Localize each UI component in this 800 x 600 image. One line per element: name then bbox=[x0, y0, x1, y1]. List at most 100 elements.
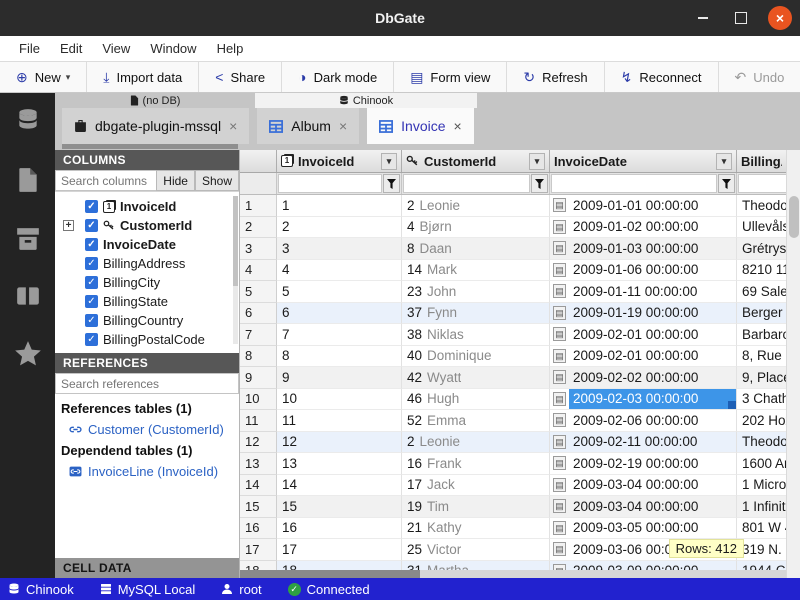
cell-invoiceid[interactable]: 15 bbox=[277, 496, 402, 518]
cell-customerid[interactable]: 19Tim bbox=[402, 496, 550, 518]
column-item-billingaddress[interactable]: ✓BillingAddress bbox=[55, 254, 239, 273]
date-editor-icon[interactable]: ▤ bbox=[553, 263, 566, 277]
statusbar-chinook[interactable]: Chinook bbox=[8, 582, 74, 597]
cell-billingaddress[interactable]: 202 Hox bbox=[737, 410, 786, 432]
row-number-cell[interactable]: 6 bbox=[240, 303, 277, 325]
row-number-cell[interactable]: 8 bbox=[240, 346, 277, 368]
vertical-scrollbar-thumb[interactable] bbox=[789, 196, 799, 238]
table-row[interactable]: 151519Tim▤2009-03-04 00:00:001 Infinit bbox=[240, 496, 786, 518]
cell-customerid[interactable]: 2Leonie bbox=[402, 432, 550, 454]
cell-billingaddress[interactable]: Theodor- bbox=[737, 195, 786, 217]
columns-scrollbar[interactable] bbox=[233, 196, 238, 344]
table-row[interactable]: 112Leonie▤2009-01-01 00:00:00Theodor- bbox=[240, 195, 786, 217]
tab-invoice[interactable]: Invoice × bbox=[367, 108, 474, 144]
cell-invoicedate[interactable]: ▤2009-03-05 00:00:00 bbox=[550, 518, 737, 540]
column-header-invoicedate[interactable]: InvoiceDate ▾ bbox=[550, 150, 737, 172]
cell-invoicedate[interactable]: ▤2009-01-01 00:00:00 bbox=[550, 195, 737, 217]
row-number-cell[interactable]: 3 bbox=[240, 238, 277, 260]
cell-invoicedate[interactable]: ▤2009-01-03 00:00:00 bbox=[550, 238, 737, 260]
chevron-down-icon[interactable]: ▾ bbox=[381, 153, 397, 170]
column-item-invoiceid[interactable]: ✓1InvoiceId bbox=[55, 197, 239, 216]
expand-icon[interactable]: + bbox=[63, 220, 74, 231]
cell-invoicedate[interactable]: ▤2009-02-19 00:00:00 bbox=[550, 453, 737, 475]
cell-invoiceid[interactable]: 6 bbox=[277, 303, 402, 325]
date-editor-icon[interactable]: ▤ bbox=[553, 456, 566, 470]
refresh-button[interactable]: ↻Refresh bbox=[507, 62, 604, 92]
reconnect-button[interactable]: ↯Reconnect bbox=[605, 62, 719, 92]
file-icon[interactable] bbox=[16, 167, 40, 193]
close-icon[interactable]: × bbox=[454, 118, 462, 134]
tab-group-nodb[interactable]: (no DB) bbox=[55, 93, 255, 108]
column-item-customerid[interactable]: +✓CustomerId bbox=[55, 216, 239, 235]
statusbar-root[interactable]: root bbox=[221, 582, 261, 597]
cell-invoicedate[interactable]: ▤2009-02-01 00:00:00 bbox=[550, 346, 737, 368]
cell-invoiceid[interactable]: 5 bbox=[277, 281, 402, 303]
database-icon[interactable] bbox=[15, 107, 41, 133]
cell-customerid[interactable]: 21Kathy bbox=[402, 518, 550, 540]
filter-funnel-icon[interactable] bbox=[383, 174, 400, 193]
cell-invoicedate[interactable]: ▤2009-02-02 00:00:00 bbox=[550, 367, 737, 389]
selection-fill-handle[interactable] bbox=[728, 401, 736, 409]
cell-invoiceid[interactable]: 1 bbox=[277, 195, 402, 217]
cell-invoicedate[interactable]: ▤2009-02-01 00:00:00 bbox=[550, 324, 737, 346]
table-row[interactable]: 4414Mark▤2009-01-06 00:00:008210 11 bbox=[240, 260, 786, 282]
statusbar-connected[interactable]: ✓Connected bbox=[288, 582, 370, 597]
table-row[interactable]: 12122Leonie▤2009-02-11 00:00:00Theodor- bbox=[240, 432, 786, 454]
date-editor-icon[interactable]: ▤ bbox=[553, 306, 566, 320]
checkbox-checked[interactable]: ✓ bbox=[85, 276, 98, 289]
cell-billingaddress[interactable]: 9, Place bbox=[737, 367, 786, 389]
cell-invoiceid[interactable]: 11 bbox=[277, 410, 402, 432]
cell-invoiceid[interactable]: 3 bbox=[277, 238, 402, 260]
cell-customerid[interactable]: 4Bjørn bbox=[402, 217, 550, 239]
date-editor-icon[interactable]: ▤ bbox=[553, 327, 566, 341]
cell-invoiceid[interactable]: 12 bbox=[277, 432, 402, 454]
cell-data-panel-header[interactable]: CELL DATA bbox=[55, 558, 239, 578]
row-number-cell[interactable]: 10 bbox=[240, 389, 277, 411]
cell-invoicedate[interactable]: ▤2009-01-11 00:00:00 bbox=[550, 281, 737, 303]
horizontal-scrollbar-thumb[interactable] bbox=[240, 570, 420, 578]
date-editor-icon[interactable]: ▤ bbox=[553, 198, 566, 212]
search-references-input[interactable] bbox=[55, 373, 239, 394]
row-number-cell[interactable]: 11 bbox=[240, 410, 277, 432]
cell-customerid[interactable]: 17Jack bbox=[402, 475, 550, 497]
date-editor-icon[interactable]: ▤ bbox=[553, 241, 566, 255]
filter-input[interactable] bbox=[278, 174, 382, 193]
column-header-billingaddress[interactable]: BillingAddress bbox=[737, 150, 786, 172]
date-editor-icon[interactable]: ▤ bbox=[553, 349, 566, 363]
close-button[interactable]: × bbox=[768, 6, 792, 30]
cell-billingaddress[interactable]: Grétryst bbox=[737, 238, 786, 260]
date-editor-icon[interactable]: ▤ bbox=[553, 413, 566, 427]
cell-invoiceid[interactable]: 9 bbox=[277, 367, 402, 389]
cell-invoiceid[interactable]: 14 bbox=[277, 475, 402, 497]
row-number-cell[interactable]: 16 bbox=[240, 518, 277, 540]
cell-customerid[interactable]: 52Emma bbox=[402, 410, 550, 432]
table-row[interactable]: 101046Hugh▤2009-02-03 00:00:003 Chatha bbox=[240, 389, 786, 411]
row-number-cell[interactable]: 5 bbox=[240, 281, 277, 303]
import-data-button[interactable]: ⤓Import data bbox=[87, 62, 199, 92]
cell-customerid[interactable]: 16Frank bbox=[402, 453, 550, 475]
row-number-cell[interactable]: 17 bbox=[240, 539, 277, 561]
cell-customerid[interactable]: 42Wyatt bbox=[402, 367, 550, 389]
row-number-cell[interactable]: 9 bbox=[240, 367, 277, 389]
cell-customerid[interactable]: 40Dominique bbox=[402, 346, 550, 368]
cell-customerid[interactable]: 2Leonie bbox=[402, 195, 550, 217]
checkbox-checked[interactable]: ✓ bbox=[85, 219, 98, 232]
cell-billingaddress[interactable]: 69 Salem bbox=[737, 281, 786, 303]
column-header-customerid[interactable]: CustomerId ▾ bbox=[402, 150, 550, 172]
dark-mode-button[interactable]: ◑Dark mode bbox=[282, 62, 394, 92]
date-editor-icon[interactable]: ▤ bbox=[553, 521, 566, 535]
menu-edit[interactable]: Edit bbox=[51, 38, 91, 59]
table-row[interactable]: 161621Kathy▤2009-03-05 00:00:00801 W 4 bbox=[240, 518, 786, 540]
show-button[interactable]: Show bbox=[195, 170, 239, 191]
checkbox-checked[interactable]: ✓ bbox=[85, 200, 98, 213]
table-row[interactable]: 7738Niklas▤2009-02-01 00:00:00Barbaros bbox=[240, 324, 786, 346]
chevron-down-icon[interactable]: ▾ bbox=[716, 153, 732, 170]
column-item-billingpostalcode[interactable]: ✓BillingPostalCode bbox=[55, 330, 239, 349]
row-number-cell[interactable]: 13 bbox=[240, 453, 277, 475]
row-number-cell[interactable]: 7 bbox=[240, 324, 277, 346]
filter-funnel-icon[interactable] bbox=[718, 174, 735, 193]
date-editor-icon[interactable]: ▤ bbox=[553, 220, 566, 234]
columns-panel-header[interactable]: COLUMNS bbox=[55, 150, 239, 170]
row-number-cell[interactable]: 12 bbox=[240, 432, 277, 454]
cell-invoiceid[interactable]: 10 bbox=[277, 389, 402, 411]
